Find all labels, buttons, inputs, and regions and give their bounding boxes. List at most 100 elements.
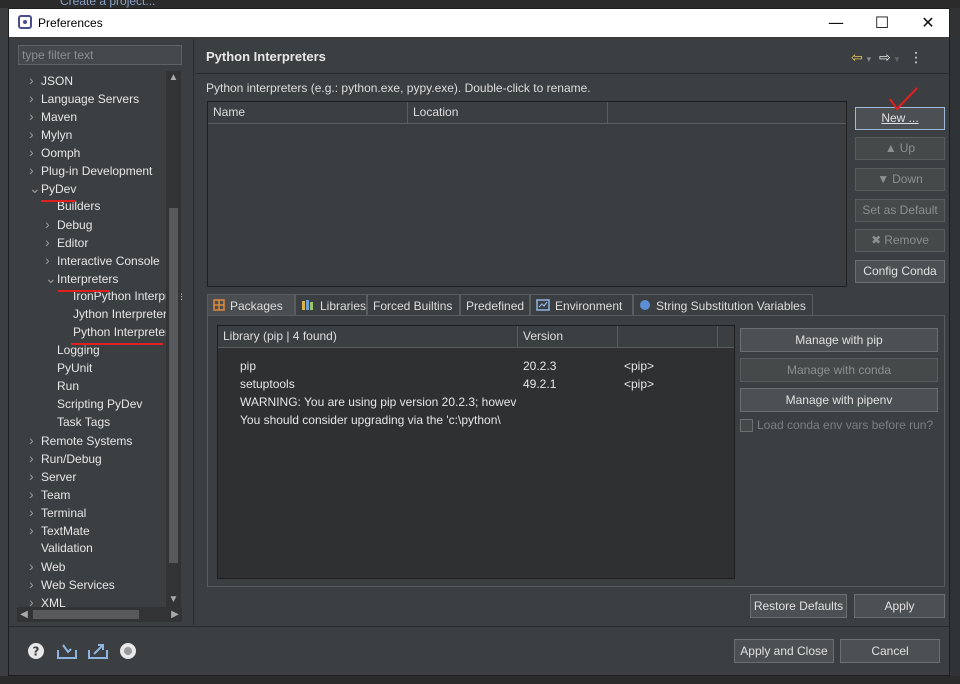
- manage-with-pipenv-button[interactable]: Manage with pipenv: [740, 388, 938, 412]
- tree-item-label: Terminal: [41, 506, 87, 520]
- hscroll-thumb[interactable]: [33, 610, 139, 619]
- tree-vertical-scrollbar[interactable]: ▲ ▼: [166, 71, 181, 607]
- tree-item[interactable]: Scripting PyDev: [45, 395, 142, 413]
- tree-item[interactable]: › Mylyn: [29, 125, 72, 143]
- tab-string-substitution-variables[interactable]: String Substitution Variables: [633, 294, 813, 316]
- tree-item[interactable]: Task Tags: [45, 413, 110, 431]
- scroll-left-icon[interactable]: ◀: [17, 607, 31, 622]
- tree-item[interactable]: › Remote Systems: [29, 431, 132, 449]
- manage-with-conda-button[interactable]: Manage with conda: [740, 358, 938, 382]
- tree-item[interactable]: ⌄Interpreters: [45, 269, 118, 287]
- manage-with-pip-button[interactable]: Manage with pip: [740, 328, 938, 352]
- preferences-window: Preferences — ☐ ✕ type filter text › JSON…: [8, 8, 950, 676]
- tree-item[interactable]: › Debug: [45, 215, 92, 233]
- tree-item[interactable]: Validation: [29, 539, 93, 557]
- apply-button[interactable]: Apply: [854, 594, 945, 618]
- chevron-down-icon[interactable]: ⌄: [29, 179, 41, 197]
- chevron-right-icon[interactable]: ›: [29, 503, 41, 521]
- tree-item[interactable]: › Run/Debug: [29, 449, 102, 467]
- tree-item[interactable]: › Web: [29, 557, 65, 575]
- tab-packages[interactable]: Packages: [207, 294, 295, 317]
- tab-forced-builtins[interactable]: Forced Builtins: [367, 294, 460, 316]
- restore-defaults-button[interactable]: Restore Defaults: [750, 594, 847, 618]
- chevron-down-icon[interactable]: ⌄: [45, 269, 57, 287]
- chevron-right-icon[interactable]: ›: [45, 251, 57, 269]
- tree-item[interactable]: › Editor: [45, 233, 88, 251]
- interpreters-table[interactable]: Name Location: [207, 101, 847, 287]
- help-icon[interactable]: ?: [27, 642, 45, 660]
- chevron-right-icon[interactable]: ›: [29, 593, 41, 607]
- chevron-right-icon[interactable]: ›: [29, 449, 41, 467]
- load-conda-env-checkbox[interactable]: [740, 419, 753, 432]
- chevron-right-icon[interactable]: ›: [29, 125, 41, 143]
- tree-item[interactable]: ⌄PyDev: [29, 179, 76, 197]
- filter-input[interactable]: type filter text: [18, 45, 182, 65]
- chevron-right-icon[interactable]: ›: [29, 557, 41, 575]
- chevron-right-icon[interactable]: ›: [29, 431, 41, 449]
- tree-item[interactable]: › Server: [29, 467, 76, 485]
- chevron-right-icon[interactable]: ›: [29, 161, 41, 179]
- chevron-right-icon[interactable]: ›: [29, 485, 41, 503]
- arrow-up-icon: ▲: [884, 141, 897, 155]
- tree-item[interactable]: Python Interpreter: [61, 323, 169, 341]
- scroll-up-icon[interactable]: ▲: [166, 71, 181, 85]
- forward-arrow-icon[interactable]: ⇨: [879, 49, 891, 65]
- chevron-right-icon[interactable]: ›: [29, 107, 41, 125]
- cancel-button[interactable]: Cancel: [840, 639, 940, 663]
- minimize-button[interactable]: —: [813, 9, 859, 37]
- view-menu-icon[interactable]: ⋮: [909, 49, 923, 65]
- up-button[interactable]: ▲ Up: [855, 137, 945, 160]
- scroll-thumb[interactable]: [169, 208, 178, 563]
- column-version[interactable]: Version: [518, 326, 618, 347]
- chevron-right-icon[interactable]: ›: [29, 89, 41, 107]
- set-as-default-button[interactable]: Set as Default: [855, 199, 945, 222]
- tab-predefined[interactable]: Predefined: [460, 294, 530, 316]
- column-name[interactable]: Name: [208, 102, 408, 123]
- tab-environment[interactable]: Environment: [530, 294, 633, 316]
- down-button[interactable]: ▼ Down: [855, 168, 945, 191]
- tree-item[interactable]: Run: [45, 377, 79, 395]
- tree-item[interactable]: › Interactive Console: [45, 251, 160, 269]
- chevron-right-icon[interactable]: ›: [29, 575, 41, 593]
- maximize-button[interactable]: ☐: [859, 9, 905, 37]
- remove-label: Remove: [884, 233, 929, 247]
- tree-item[interactable]: › Team: [29, 485, 70, 503]
- close-button[interactable]: ✕: [905, 9, 951, 37]
- back-dropdown-icon[interactable]: ▾: [867, 54, 872, 64]
- tree-item[interactable]: › Maven: [29, 107, 77, 125]
- scroll-right-icon[interactable]: ▶: [168, 607, 182, 622]
- scroll-down-icon[interactable]: ▼: [166, 593, 181, 607]
- chevron-right-icon[interactable]: ›: [45, 215, 57, 233]
- tab-libraries[interactable]: Libraries: [295, 294, 367, 316]
- tree-item[interactable]: › JSON: [29, 71, 73, 89]
- chevron-right-icon[interactable]: ›: [29, 521, 41, 539]
- remove-button[interactable]: ✖ Remove: [855, 229, 945, 252]
- chevron-right-icon[interactable]: ›: [45, 233, 57, 251]
- chevron-right-icon[interactable]: ›: [29, 467, 41, 485]
- forward-dropdown-icon[interactable]: ▾: [895, 54, 900, 64]
- back-arrow-icon[interactable]: ⇦: [851, 49, 863, 65]
- tree-item[interactable]: › Plug-in Development: [29, 161, 152, 179]
- tree-item[interactable]: › Oomph: [29, 143, 80, 161]
- annotation-underline-pydev: [41, 200, 75, 202]
- help-glyph: ?: [33, 645, 40, 659]
- import-icon[interactable]: [56, 642, 77, 660]
- tree-horizontal-scrollbar[interactable]: ◀ ▶: [17, 607, 182, 622]
- tree-item[interactable]: Jython Interpreter: [61, 305, 167, 323]
- apply-and-close-button[interactable]: Apply and Close: [734, 639, 834, 663]
- chevron-right-icon[interactable]: ›: [29, 143, 41, 161]
- tree-item[interactable]: › XML: [29, 593, 66, 607]
- tree-item[interactable]: › TextMate: [29, 521, 90, 539]
- config-conda-button[interactable]: Config Conda: [855, 260, 945, 283]
- packages-table[interactable]: Library (pip | 4 found) Version pip 20.2.…: [217, 325, 735, 579]
- column-library[interactable]: Library (pip | 4 found): [218, 326, 518, 347]
- tree-item[interactable]: › Web Services: [29, 575, 115, 593]
- tree-item[interactable]: PyUnit: [45, 359, 92, 377]
- tree-item[interactable]: › Language Servers: [29, 89, 139, 107]
- export-icon[interactable]: [87, 642, 108, 660]
- tree-item[interactable]: › Terminal: [29, 503, 86, 521]
- record-icon[interactable]: [119, 642, 137, 660]
- chevron-right-icon[interactable]: ›: [29, 71, 41, 89]
- column-location[interactable]: Location: [408, 102, 608, 123]
- tree-item-label: Validation: [41, 541, 93, 555]
